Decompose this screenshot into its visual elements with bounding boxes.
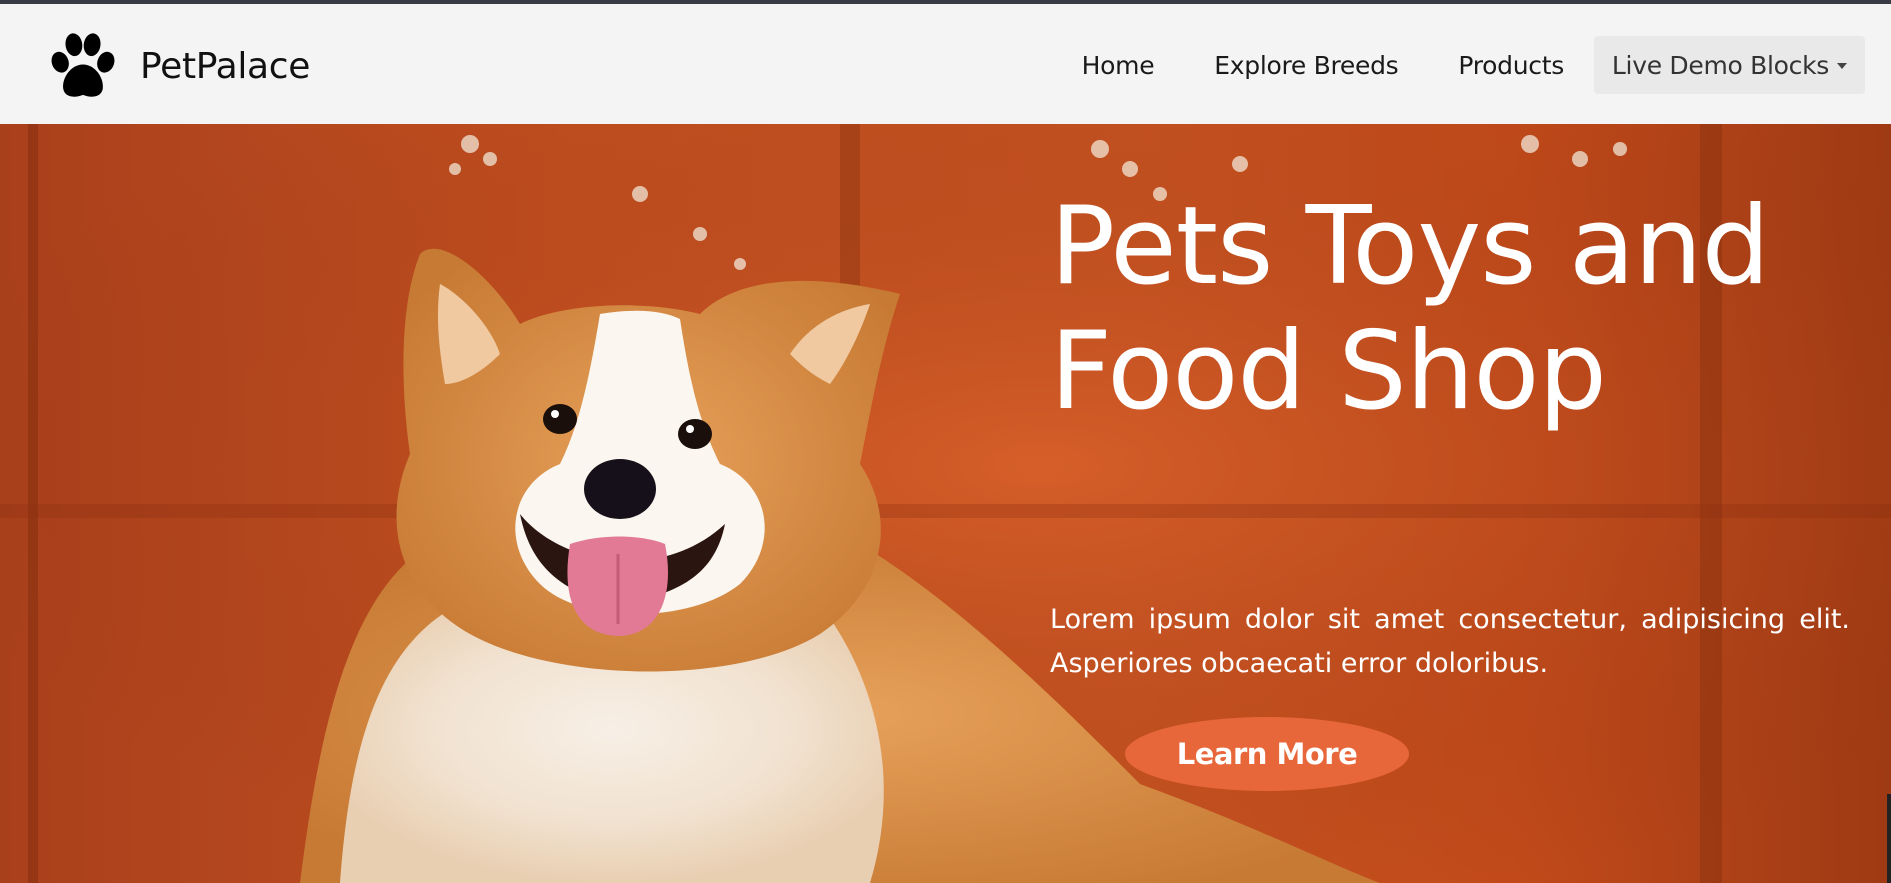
hero-description: Lorem ipsum dolor sit amet consectetur, …	[1050, 604, 1850, 679]
nav-products[interactable]: Products	[1428, 36, 1594, 94]
navbar: PetPalace Home Explore Breeds Products L…	[0, 4, 1891, 124]
paw-icon	[51, 33, 115, 97]
scrollbar-thumb[interactable]	[1887, 794, 1891, 883]
nav-live-demo-blocks-dropdown[interactable]: Live Demo Blocks	[1593, 36, 1865, 94]
nav-live-demo-blocks-label: Live Demo Blocks	[1611, 50, 1829, 80]
nav-explore-breeds[interactable]: Explore Breeds	[1184, 36, 1428, 94]
hero-section: Pets Toys and Food Shop Lorem ipsum dolo…	[0, 124, 1891, 883]
brand[interactable]: PetPalace	[44, 28, 310, 104]
caret-down-icon	[1837, 63, 1847, 69]
page: PetPalace Home Explore Breeds Products L…	[0, 4, 1891, 883]
nav-home[interactable]: Home	[1052, 36, 1185, 94]
brand-name: PetPalace	[140, 45, 311, 87]
main-nav: Home Explore Breeds Products Live Demo B…	[1052, 36, 1865, 94]
hero-title: Pets Toys and Food Shop	[1050, 184, 1770, 434]
learn-more-button[interactable]: Learn More	[1125, 717, 1409, 791]
